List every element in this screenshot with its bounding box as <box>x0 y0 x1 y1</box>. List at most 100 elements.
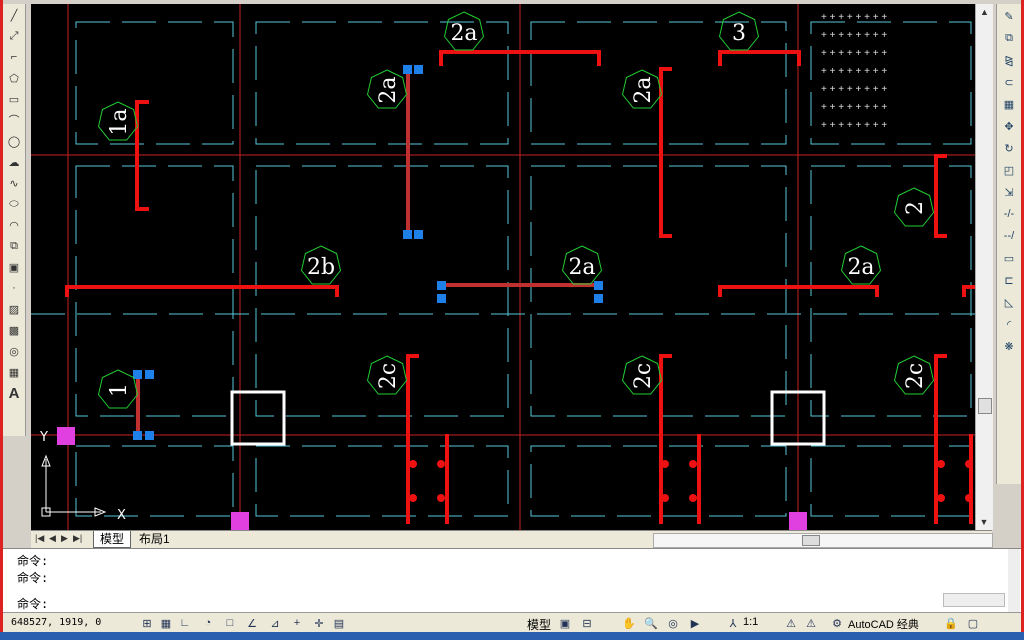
arc-icon[interactable]: ⌒ <box>4 110 24 130</box>
trim-icon[interactable]: -/- <box>999 204 1019 224</box>
command-history-2: 命令: <box>17 571 49 585</box>
annotation-visibility-icon[interactable]: ⚠ <box>783 615 799 631</box>
gradient-icon[interactable]: ▩ <box>4 320 24 340</box>
ucs-icon <box>41 454 107 517</box>
svg-text:+ + + + + + + +: + + + + + + + + <box>821 102 887 113</box>
tag-label: 2a <box>376 76 401 103</box>
mirror-icon[interactable]: ⧎ <box>999 50 1019 70</box>
tag-t5: 1a <box>97 101 139 141</box>
construction-line-icon[interactable]: ⤢ <box>4 26 24 46</box>
command-vscroll[interactable] <box>1008 549 1020 613</box>
ucs-y-label: Y <box>39 430 48 445</box>
table-icon[interactable]: ▦ <box>4 362 24 382</box>
line-icon[interactable]: ╱ <box>4 5 24 25</box>
workspace-gear-icon[interactable]: ⚙ <box>829 615 845 631</box>
rectangle-icon[interactable]: ▭ <box>4 89 24 109</box>
annotation-scale-icon[interactable]: ⅄ <box>725 615 741 631</box>
scroll-up-icon[interactable]: ▲ <box>976 4 993 20</box>
offset-icon[interactable]: ⊂ <box>999 72 1019 92</box>
layout-icon[interactable]: ▣ <box>557 615 573 631</box>
command-hscroll[interactable] <box>943 593 1005 607</box>
tag-t12: 2c <box>621 355 663 395</box>
autoscale-icon[interactable]: ⚠ <box>803 615 819 631</box>
command-window[interactable]: 命令: 命令: 命令: <box>3 548 1021 613</box>
layout-tab-bar: |◀ ◀ ▶ ▶| 模型 布局1 <box>31 530 993 549</box>
polyline-icon[interactable]: ⌐ <box>4 47 24 67</box>
svg-text:+ + + + + + + +: + + + + + + + + <box>821 30 887 41</box>
make-block-icon[interactable]: ▣ <box>4 257 24 277</box>
ortho-icon[interactable]: ∟ <box>177 615 193 631</box>
join-icon[interactable]: ⊏ <box>999 270 1019 290</box>
array-icon[interactable]: ▦ <box>999 94 1019 114</box>
command-history-1: 命令: <box>17 554 49 568</box>
lineweight-icon[interactable]: ✛ <box>311 615 327 631</box>
polar-icon[interactable]: ◔ <box>200 615 216 631</box>
extend-icon[interactable]: --/ <box>999 226 1019 246</box>
coordinate-readout[interactable]: 648527, 1919, 0 <box>11 617 101 628</box>
drawing-canvas[interactable]: + + + + + + + + + + + + + + + + + + + + … <box>31 4 975 530</box>
model-space-label[interactable]: 模型 <box>527 616 551 633</box>
vertical-scrollbar[interactable]: ▲ ▼ <box>975 4 993 530</box>
hscroll-thumb[interactable] <box>802 535 820 546</box>
viewports-icon[interactable]: ⊟ <box>579 615 595 631</box>
grip-points[interactable] <box>133 65 603 440</box>
annotation-scale[interactable]: 1:1 <box>743 616 758 628</box>
prev-tab-icon[interactable]: ◀ <box>49 533 56 544</box>
move-icon[interactable]: ✥ <box>999 116 1019 136</box>
workspace-switcher[interactable]: AutoCAD 经典 <box>848 616 919 632</box>
ducs-icon[interactable]: ⊿ <box>267 615 283 631</box>
osnap-icon[interactable]: □ <box>222 615 238 631</box>
break-icon[interactable]: ▭ <box>999 248 1019 268</box>
svg-text:+ + + + + + + +: + + + + + + + + <box>821 48 887 59</box>
explode-icon[interactable]: ❋ <box>999 336 1019 356</box>
tag-label: 1 <box>107 383 132 397</box>
text-icon[interactable]: A <box>4 383 24 403</box>
qp-icon[interactable]: ▤ <box>331 615 347 631</box>
scale-icon[interactable]: ◰ <box>999 160 1019 180</box>
fillet-icon[interactable]: ◜ <box>999 314 1019 334</box>
zoom-icon[interactable]: 🔍 <box>643 615 659 631</box>
pan-icon[interactable]: ✋ <box>621 615 637 631</box>
scroll-thumb[interactable] <box>978 398 992 414</box>
erase-icon[interactable]: ✎ <box>999 6 1019 26</box>
stretch-icon[interactable]: ⇲ <box>999 182 1019 202</box>
showmotion-icon[interactable]: ▶ <box>687 615 703 631</box>
rotate-icon[interactable]: ↻ <box>999 138 1019 158</box>
clean-screen-icon[interactable]: ▢ <box>965 615 981 631</box>
tag-t10: 1 <box>97 369 139 409</box>
taskbar <box>0 632 1024 640</box>
tag-label: 2c <box>376 363 401 389</box>
horizontal-scrollbar[interactable] <box>653 533 993 548</box>
snap-icon[interactable]: ⊞ <box>139 615 155 631</box>
circle-icon[interactable]: ◯ <box>4 131 24 151</box>
next-tab-icon[interactable]: ▶ <box>61 533 68 544</box>
polygon-icon[interactable]: ⬠ <box>4 68 24 88</box>
first-tab-icon[interactable]: |◀ <box>35 533 44 544</box>
grid-icon[interactable]: ▦ <box>158 615 174 631</box>
otrack-icon[interactable]: ∠ <box>244 615 260 631</box>
ellipse-icon[interactable]: ⬭ <box>4 194 24 214</box>
columns <box>230 390 826 446</box>
tag-label: 2a <box>847 255 874 280</box>
command-prompt[interactable]: 命令: <box>17 595 48 612</box>
magenta-grips[interactable] <box>57 427 807 530</box>
rebar-dots <box>409 460 973 502</box>
tab-model[interactable]: 模型 <box>93 531 132 548</box>
copy-icon[interactable]: ⧉ <box>999 28 1019 48</box>
chamfer-icon[interactable]: ◺ <box>999 292 1019 312</box>
tab-layout1[interactable]: 布局1 <box>133 531 176 547</box>
revision-cloud-icon[interactable]: ☁ <box>4 152 24 172</box>
draw-toolbar: ╱ ⤢ ⌐ ⬠ ▭ ⌒ ◯ ☁ ∿ ⬭ ◠ ⧉ ▣ · ▨ ▩ ◎ ▦ A <box>3 4 26 436</box>
steering-wheel-icon[interactable]: ◎ <box>665 615 681 631</box>
insert-block-icon[interactable]: ⧉ <box>4 236 24 256</box>
dyn-icon[interactable]: + <box>289 615 305 631</box>
region-icon[interactable]: ◎ <box>4 341 24 361</box>
ellipse-arc-icon[interactable]: ◠ <box>4 215 24 235</box>
tag-label: 2 <box>903 201 928 215</box>
point-icon[interactable]: · <box>4 278 24 298</box>
lock-icon[interactable]: 🔒 <box>943 615 959 631</box>
scroll-down-icon[interactable]: ▼ <box>976 514 992 530</box>
hatch-icon[interactable]: ▨ <box>4 299 24 319</box>
spline-icon[interactable]: ∿ <box>4 173 24 193</box>
last-tab-icon[interactable]: ▶| <box>73 533 82 544</box>
